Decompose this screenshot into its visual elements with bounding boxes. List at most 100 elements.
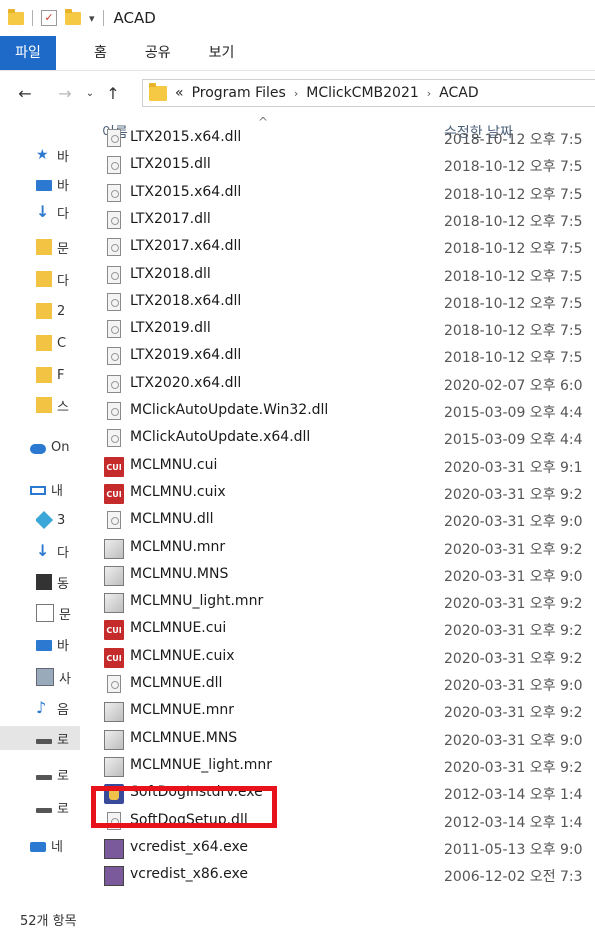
cui-file-icon: CUI: [104, 483, 124, 504]
sidebar-item-videos[interactable]: 동: [36, 570, 80, 594]
tab-share[interactable]: 공유: [129, 36, 187, 70]
dll-file-icon: [107, 347, 121, 366]
sidebar-item-desktop-2[interactable]: 바: [36, 632, 80, 656]
file-row[interactable]: MCLMNU.MNS 2020-03-31 오후 9:0: [80, 563, 595, 590]
file-name: vcredist_x86.exe: [130, 866, 248, 883]
file-row[interactable]: MCLMNU_light.mnr 2020-03-31 오후 9:2: [80, 590, 595, 617]
sidebar-item-label: 네: [51, 839, 63, 855]
sidebar-item-desktop[interactable]: 바: [36, 172, 80, 196]
document-icon: [36, 604, 54, 622]
file-row[interactable]: vcredist_x64.exe 2011-05-13 오후 9:0: [80, 836, 595, 863]
toolbar-divider: [32, 10, 33, 26]
file-row[interactable]: LTX2019.dll 2018-10-12 오후 7:5: [80, 317, 595, 344]
folder-icon: [36, 335, 52, 351]
quick-access-toolbar: ✓ ▾: [0, 8, 104, 26]
new-folder-icon[interactable]: [65, 8, 81, 25]
forward-arrow-icon[interactable]: →: [52, 84, 78, 103]
file-row[interactable]: MClickAutoUpdate.x64.dll 2015-03-09 오후 4:…: [80, 426, 595, 453]
properties-icon[interactable]: ✓: [41, 10, 57, 26]
sidebar-item-onedrive[interactable]: On: [30, 435, 80, 459]
sidebar-item-folder-f[interactable]: F: [36, 363, 80, 387]
dll-file-icon: [107, 292, 121, 311]
sidebar-item-downloads[interactable]: ↓ 다: [36, 200, 80, 224]
file-row[interactable]: MCLMNUE.mnr 2020-03-31 오후 9:2: [80, 699, 595, 726]
file-row[interactable]: MCLMNUE.dll 2020-03-31 오후 9:0: [80, 672, 595, 699]
chevron-right-icon[interactable]: ›: [427, 87, 431, 100]
up-arrow-icon[interactable]: ↑: [100, 84, 126, 103]
sidebar-item-this-pc[interactable]: 내: [30, 477, 80, 501]
file-row[interactable]: LTX2015.x64.dll 2018-10-12 오후 7:5: [80, 181, 595, 208]
file-date-modified: 2020-03-31 오후 9:0: [444, 514, 583, 531]
folder-icon: [36, 397, 52, 413]
tab-view[interactable]: 보기: [193, 36, 251, 70]
sidebar-item-folder-s[interactable]: 스: [36, 393, 80, 417]
documents-icon: [36, 271, 52, 287]
sidebar-item-label: 바: [57, 149, 69, 165]
file-row[interactable]: MCLMNU.dll 2020-03-31 오후 9:0: [80, 508, 595, 535]
customize-dropdown-icon[interactable]: ▾: [89, 12, 95, 25]
mnr-file-icon: [104, 729, 124, 750]
file-row[interactable]: LTX2017.dll 2018-10-12 오후 7:5: [80, 208, 595, 235]
sidebar-item-local-disk[interactable]: 로: [0, 726, 80, 750]
sidebar-item-3d-objects[interactable]: 3: [36, 508, 80, 532]
file-row[interactable]: LTX2015.x64.dll 2018-10-12 오후 7:5: [80, 126, 595, 153]
file-row[interactable]: MCLMNUE_light.mnr 2020-03-31 오후 9:2: [80, 754, 595, 781]
sidebar-item-quick-access[interactable]: ★ 바: [36, 143, 80, 167]
documents-icon: [36, 239, 52, 255]
sidebar-item-drive-2[interactable]: 로: [36, 795, 80, 819]
file-date-modified: 2020-03-31 오후 9:2: [444, 759, 583, 776]
file-row[interactable]: MCLMNU.mnr 2020-03-31 오후 9:2: [80, 536, 595, 563]
file-row[interactable]: CUI MCLMNU.cuix 2020-03-31 오후 9:2: [80, 481, 595, 508]
file-date-modified: 2020-03-31 오후 9:2: [444, 705, 583, 722]
music-icon: ♪: [36, 698, 47, 717]
file-name: MClickAutoUpdate.Win32.dll: [130, 402, 329, 418]
breadcrumb-acad[interactable]: ACAD: [439, 85, 478, 101]
mnr-file-icon: [104, 593, 124, 614]
cui-file-icon: CUI: [104, 456, 124, 477]
sidebar-item-documents[interactable]: 문: [36, 235, 80, 259]
file-row[interactable]: LTX2018.x64.dll 2018-10-12 오후 7:5: [80, 290, 595, 317]
file-row[interactable]: LTX2018.dll 2018-10-12 오후 7:5: [80, 263, 595, 290]
file-row[interactable]: LTX2017.x64.dll 2018-10-12 오후 7:5: [80, 235, 595, 262]
mnr-file-icon: [104, 702, 124, 723]
sidebar-item-music[interactable]: ♪ 음: [36, 696, 80, 720]
tab-file[interactable]: 파일: [0, 36, 56, 70]
sidebar-item-label: On: [51, 439, 70, 455]
file-row[interactable]: CUI MCLMNUE.cuix 2020-03-31 오후 9:2: [80, 645, 595, 672]
sidebar-item-pictures[interactable]: 사: [36, 665, 80, 689]
dll-file-icon: [107, 374, 121, 393]
this-pc-icon: [30, 486, 46, 495]
sidebar-item-drive-1[interactable]: 로: [36, 762, 80, 786]
recent-locations-chevron-icon[interactable]: ⌄: [82, 88, 98, 99]
sidebar-item-folder-c[interactable]: C: [36, 331, 80, 355]
sidebar-item-documents-3[interactable]: 문: [36, 601, 80, 625]
tab-home[interactable]: 홈: [78, 36, 123, 70]
file-row[interactable]: LTX2020.x64.dll 2020-02-07 오후 6:0: [80, 372, 595, 399]
breadcrumb-overflow[interactable]: «: [175, 85, 184, 101]
sidebar-item-folder-2[interactable]: 2: [36, 299, 80, 323]
file-date-modified: 2020-02-07 오후 6:0: [444, 377, 583, 394]
file-row[interactable]: LTX2019.x64.dll 2018-10-12 오후 7:5: [80, 344, 595, 371]
sidebar-item-network[interactable]: 네: [30, 833, 80, 857]
back-arrow-icon[interactable]: ←: [12, 84, 38, 103]
dll-file-icon: [107, 238, 121, 257]
file-name: MCLMNUE.MNS: [130, 729, 238, 746]
file-row[interactable]: LTX2015.dll 2018-10-12 오후 7:5: [80, 153, 595, 180]
file-row[interactable]: MCLMNUE.MNS 2020-03-31 오후 9:0: [80, 727, 595, 754]
chevron-right-icon[interactable]: ›: [294, 87, 298, 100]
sidebar-item-label: 동: [57, 576, 69, 592]
file-row[interactable]: CUI MCLMNU.cui 2020-03-31 오후 9:1: [80, 454, 595, 481]
file-row[interactable]: CUI MCLMNUE.cui 2020-03-31 오후 9:2: [80, 617, 595, 644]
status-item-count: 52개 항목: [20, 914, 77, 929]
address-bar[interactable]: « Program Files › MClickCMB2021 › ACAD: [142, 79, 595, 107]
installer-exe-icon: [104, 866, 124, 887]
dll-file-icon: [107, 320, 121, 339]
download-icon: ↓: [36, 202, 50, 221]
sidebar-item-downloads-2[interactable]: ↓ 다: [36, 539, 80, 563]
file-date-modified: 2020-03-31 오후 9:0: [444, 732, 583, 749]
file-row[interactable]: MClickAutoUpdate.Win32.dll 2015-03-09 오후 …: [80, 399, 595, 426]
sidebar-item-documents-2[interactable]: 다: [36, 267, 80, 291]
breadcrumb-mclickcmb2021[interactable]: MClickCMB2021: [306, 85, 419, 101]
file-row[interactable]: vcredist_x86.exe 2006-12-02 오전 7:3: [80, 863, 595, 890]
breadcrumb-program-files[interactable]: Program Files: [192, 85, 286, 101]
